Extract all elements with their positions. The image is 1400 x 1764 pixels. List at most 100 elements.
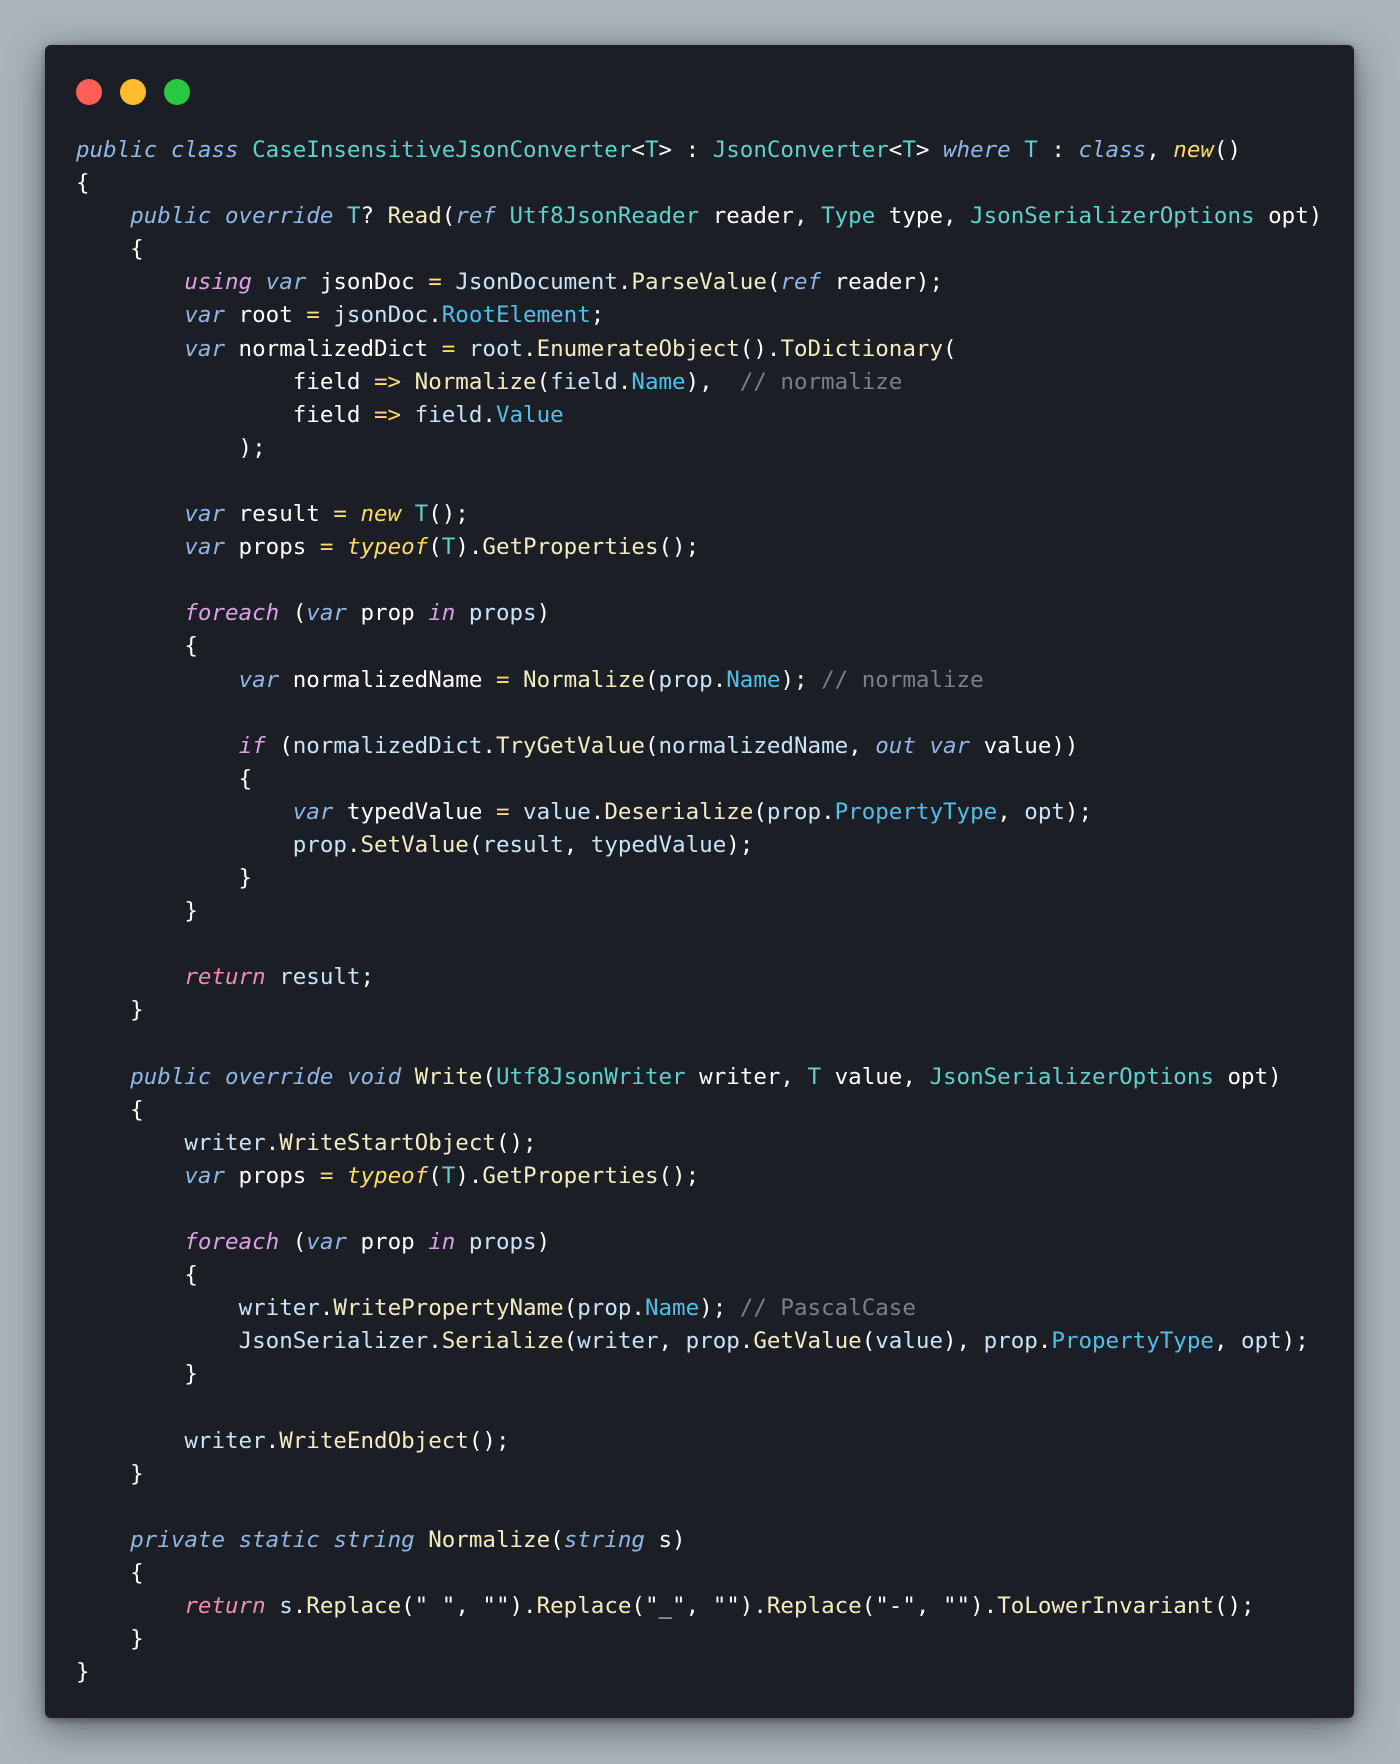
code-token: type, [875, 203, 971, 230]
code-token: PropertyType [834, 798, 998, 825]
code-token: prop [983, 1328, 1038, 1355]
code-token: , [563, 831, 591, 858]
zoom-dot-icon[interactable] [164, 79, 190, 105]
code-token: field [550, 368, 618, 395]
code-token: result [482, 831, 564, 858]
code-token: var [238, 666, 280, 693]
code-token: T [644, 137, 659, 163]
code-line: if (normalizedDict.TryGetValue(normalize… [76, 730, 1344, 763]
code-token: = [333, 501, 347, 528]
code-token: = [306, 302, 320, 329]
code-token: writer [238, 1295, 320, 1322]
code-comment: // normalize [739, 368, 903, 395]
code-token: ) [536, 1229, 551, 1256]
code-line: var props = typeof(T).GetProperties(); [76, 531, 1344, 564]
code-token: . [821, 798, 835, 825]
code-token: (); [495, 1129, 537, 1156]
code-token: opt) [1213, 1063, 1282, 1090]
code-token: prop [685, 1328, 740, 1355]
code-token: ). [509, 1593, 537, 1620]
code-token: var [306, 1229, 347, 1256]
code-token: Name [631, 368, 686, 395]
code-token: (). [739, 335, 781, 362]
code-line: var props = typeof(T).GetProperties(); [76, 1160, 1344, 1193]
code-token: var [929, 732, 971, 759]
code-token: using [184, 269, 253, 296]
code-token: ( [468, 831, 483, 858]
code-token: Replace [306, 1593, 402, 1620]
code-token: Replace [766, 1593, 862, 1620]
code-token: "" [943, 1593, 971, 1620]
code-token: override [225, 203, 334, 230]
code-token: } [76, 1626, 144, 1653]
code-token: prop [766, 798, 822, 825]
minimize-dot-icon[interactable] [120, 79, 146, 105]
code-line: var result = new T(); [76, 498, 1344, 531]
code-token: . [265, 1129, 280, 1156]
code-token: value)) [970, 732, 1079, 759]
code-token: { [76, 633, 198, 660]
code-token: = [428, 269, 442, 296]
code-token: string [563, 1526, 645, 1553]
code-token: return [184, 964, 266, 991]
code-line: } [76, 1358, 1344, 1391]
code-token: , [658, 1328, 686, 1355]
code-token: writer [184, 1129, 266, 1156]
code-token: value [875, 1328, 943, 1355]
code-token: var [184, 335, 226, 362]
code-token: prop [346, 1229, 429, 1256]
code-token: => [374, 368, 402, 395]
code-token: new [360, 501, 402, 528]
code-token: T [441, 534, 456, 561]
code-token: ( [644, 666, 659, 693]
code-token: typeof [346, 534, 429, 561]
code-token: field [76, 401, 375, 428]
code-token: } [76, 1361, 198, 1388]
code-line: public class CaseInsensitiveJsonConverte… [76, 134, 1344, 167]
code-token: var [292, 798, 334, 825]
code-token: props [225, 1162, 320, 1189]
code-token: var [184, 302, 226, 329]
code-line: private static string Normalize(string s… [76, 1524, 1344, 1557]
code-token: < [631, 137, 645, 163]
code-token: new [1173, 137, 1214, 163]
code-token: ( [265, 732, 293, 759]
code-token: (); [1213, 1593, 1255, 1620]
code-line: { [76, 763, 1344, 796]
code-token: > [915, 137, 943, 163]
code-token: Normalize [523, 666, 645, 693]
code-token: Replace [536, 1593, 632, 1620]
code-token: void [346, 1063, 402, 1090]
code-token: T [902, 137, 916, 163]
code-token: private [130, 1526, 226, 1553]
code-line: JsonSerializer.Serialize(writer, prop.Ge… [76, 1325, 1344, 1358]
code-token: ToDictionary [780, 335, 943, 362]
code-line: var root = jsonDoc.RootElement; [76, 299, 1344, 332]
code-token: typedValue [590, 831, 727, 858]
close-dot-icon[interactable] [76, 79, 102, 105]
code-token: string [333, 1526, 415, 1553]
code-token: JsonSerializerOptions [929, 1063, 1214, 1090]
code-token: { [76, 236, 144, 263]
code-token: ? [360, 203, 388, 230]
code-token: prop [577, 1295, 632, 1322]
code-token: = [495, 798, 510, 825]
code-line: writer.WriteStartObject(); [76, 1127, 1344, 1160]
code-token: { [76, 765, 253, 792]
code-line: writer.WriteEndObject(); [76, 1425, 1344, 1458]
code-token: ToLowerInvariant [997, 1593, 1214, 1620]
